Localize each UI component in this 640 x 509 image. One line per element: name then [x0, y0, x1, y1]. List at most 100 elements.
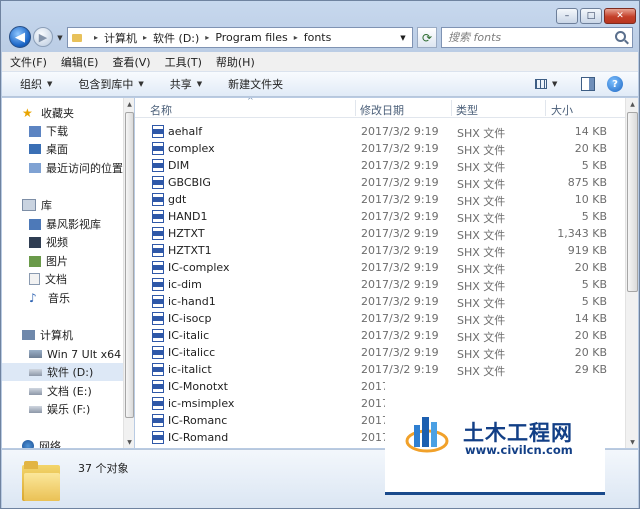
- scroll-down-icon[interactable]: ▼: [124, 436, 135, 448]
- search-box[interactable]: [441, 27, 633, 48]
- minimize-button[interactable]: –: [556, 8, 578, 24]
- scroll-thumb[interactable]: [627, 112, 638, 292]
- breadcrumb-computer[interactable]: 计算机: [104, 30, 137, 46]
- forward-button[interactable]: ▶: [33, 27, 53, 47]
- new-folder-button[interactable]: 新建文件夹: [228, 76, 283, 92]
- nav-favorites[interactable]: ★ 收藏夹: [2, 104, 123, 122]
- nav-item-label: 桌面: [46, 143, 68, 156]
- back-button[interactable]: ◀: [9, 26, 31, 48]
- menu-view[interactable]: 查看(V): [112, 54, 150, 70]
- help-button[interactable]: ?: [607, 76, 623, 92]
- navigation-scrollbar[interactable]: ▲ ▼: [123, 98, 134, 448]
- column-divider[interactable]: [545, 100, 546, 116]
- nav-computer-label: 计算机: [40, 329, 73, 342]
- organize-button[interactable]: 组织 ▼: [20, 76, 52, 92]
- nav-item-videos[interactable]: 视频: [2, 233, 123, 251]
- file-name: HAND1: [168, 210, 208, 223]
- change-view-button[interactable]: ▼: [535, 76, 565, 92]
- breadcrumb-separator[interactable]: ▸: [294, 33, 298, 42]
- table-row[interactable]: ic-hand1 2017/3/2 9:19 SHX 文件 5 KB: [135, 293, 625, 310]
- nav-item-drive-d[interactable]: 软件 (D:): [2, 363, 123, 381]
- explorer-window: – □ ✕ ◀ ▶ ▼ ▸ 计算机 ▸ 软件 (D:) ▸ Program fi…: [0, 0, 640, 509]
- file-name: IC-italicc: [168, 346, 216, 359]
- scroll-down-icon[interactable]: ▼: [626, 436, 639, 448]
- include-in-library-button[interactable]: 包含到库中 ▼: [78, 76, 143, 92]
- folder-icon: [72, 33, 82, 42]
- scroll-up-icon[interactable]: ▲: [124, 98, 135, 110]
- shx-file-icon: [152, 397, 164, 410]
- table-row[interactable]: HZTXT 2017/3/2 9:19 SHX 文件 1,343 KB: [135, 225, 625, 242]
- refresh-button[interactable]: ⟳: [417, 27, 437, 48]
- maximize-button[interactable]: □: [580, 8, 602, 24]
- table-row[interactable]: ic-dim 2017/3/2 9:19 SHX 文件 5 KB: [135, 276, 625, 293]
- menu-help[interactable]: 帮助(H): [216, 54, 255, 70]
- column-name[interactable]: 名称: [150, 102, 172, 118]
- table-row[interactable]: complex 2017/3/2 9:19 SHX 文件 20 KB: [135, 140, 625, 157]
- table-row[interactable]: IC-isocp 2017/3/2 9:19 SHX 文件 14 KB: [135, 310, 625, 327]
- table-row[interactable]: HAND1 2017/3/2 9:19 SHX 文件 5 KB: [135, 208, 625, 225]
- shx-file-icon: [152, 142, 164, 155]
- search-input[interactable]: [448, 31, 608, 44]
- breadcrumb-drive-d[interactable]: 软件 (D:): [153, 30, 199, 46]
- table-row[interactable]: ic-italict 2017/3/2 9:19 SHX 文件 29 KB: [135, 361, 625, 378]
- table-row[interactable]: GBCBIG 2017/3/2 9:19 SHX 文件 875 KB: [135, 174, 625, 191]
- breadcrumb-separator[interactable]: ▸: [205, 33, 209, 42]
- nav-item-desktop[interactable]: 桌面: [2, 140, 123, 158]
- navigation-pane: ★ 收藏夹 下载 桌面 最近访问的位置 库 暴风影视库 视频 图片 文档 ♪ 音…: [2, 98, 123, 448]
- breadcrumb-program-files[interactable]: Program files: [215, 31, 287, 44]
- table-row[interactable]: IC-italic 2017/3/2 9:19 SHX 文件 20 KB: [135, 327, 625, 344]
- breadcrumb-separator[interactable]: ▸: [143, 33, 147, 42]
- menu-tools[interactable]: 工具(T): [165, 54, 202, 70]
- preview-pane-button[interactable]: [581, 77, 595, 91]
- nav-item-recent[interactable]: 最近访问的位置: [2, 159, 123, 177]
- column-divider[interactable]: [355, 100, 356, 116]
- file-type: SHX 文件: [457, 297, 506, 310]
- menu-edit[interactable]: 编辑(E): [61, 54, 99, 70]
- breadcrumb-fonts[interactable]: fonts: [304, 31, 332, 44]
- nav-item-pictures[interactable]: 图片: [2, 252, 123, 270]
- shx-file-icon: [152, 312, 164, 325]
- nav-computer[interactable]: 计算机: [2, 326, 123, 344]
- table-row[interactable]: HZTXT1 2017/3/2 9:19 SHX 文件 919 KB: [135, 242, 625, 259]
- table-row[interactable]: gdt 2017/3/2 9:19 SHX 文件 10 KB: [135, 191, 625, 208]
- nav-item-drive-f[interactable]: 娱乐 (F:): [2, 400, 123, 418]
- file-type: SHX 文件: [457, 348, 506, 361]
- file-type: SHX 文件: [457, 331, 506, 344]
- chevron-down-icon: ▼: [552, 80, 558, 88]
- breadcrumb-separator[interactable]: ▸: [94, 33, 98, 42]
- scroll-thumb[interactable]: [125, 112, 134, 418]
- nav-item-baofeng[interactable]: 暴风影视库: [2, 215, 123, 233]
- table-row[interactable]: DIM 2017/3/2 9:19 SHX 文件 5 KB: [135, 157, 625, 174]
- address-bar[interactable]: ▸ 计算机 ▸ 软件 (D:) ▸ Program files ▸ fonts …: [67, 27, 413, 48]
- nav-item-label: 下载: [46, 125, 68, 138]
- close-button[interactable]: ✕: [604, 8, 636, 24]
- table-row[interactable]: IC-italicc 2017/3/2 9:19 SHX 文件 20 KB: [135, 344, 625, 361]
- file-name: aehalf: [168, 125, 203, 138]
- column-type[interactable]: 类型: [456, 102, 478, 118]
- shx-file-icon: [152, 278, 164, 291]
- file-date: 2017/3/2 9:19: [361, 346, 439, 359]
- nav-item-downloads[interactable]: 下载: [2, 122, 123, 140]
- nav-item-music[interactable]: ♪ 音乐: [2, 289, 123, 307]
- nav-item-label: Win 7 Ult x64 (C: [47, 347, 123, 361]
- view-details-icon: [535, 79, 547, 89]
- nav-item-drive-e[interactable]: 文档 (E:): [2, 382, 123, 400]
- search-icon[interactable]: [615, 31, 626, 42]
- address-dropdown-icon[interactable]: ▼: [396, 28, 410, 47]
- recent-pages-dropdown[interactable]: ▼: [55, 27, 65, 49]
- column-date[interactable]: 修改日期: [360, 102, 404, 118]
- table-row[interactable]: aehalf 2017/3/2 9:19 SHX 文件 14 KB: [135, 123, 625, 140]
- nav-item-drive-c[interactable]: Win 7 Ult x64 (C: [2, 345, 123, 363]
- share-button[interactable]: 共享 ▼: [170, 76, 202, 92]
- table-row[interactable]: IC-complex 2017/3/2 9:19 SHX 文件 20 KB: [135, 259, 625, 276]
- column-divider[interactable]: [451, 100, 452, 116]
- file-list-scrollbar[interactable]: ▲ ▼: [625, 98, 638, 448]
- column-header: ^ 名称 修改日期 类型 大小: [135, 98, 625, 118]
- nav-libraries[interactable]: 库: [2, 196, 123, 214]
- scroll-up-icon[interactable]: ▲: [626, 98, 639, 110]
- menu-file[interactable]: 文件(F): [10, 54, 47, 70]
- nav-network[interactable]: 网络: [2, 437, 123, 448]
- nav-item-documents[interactable]: 文档: [2, 270, 123, 288]
- watermark-url: www.civilcn.com: [465, 443, 573, 457]
- column-size[interactable]: 大小: [551, 102, 573, 118]
